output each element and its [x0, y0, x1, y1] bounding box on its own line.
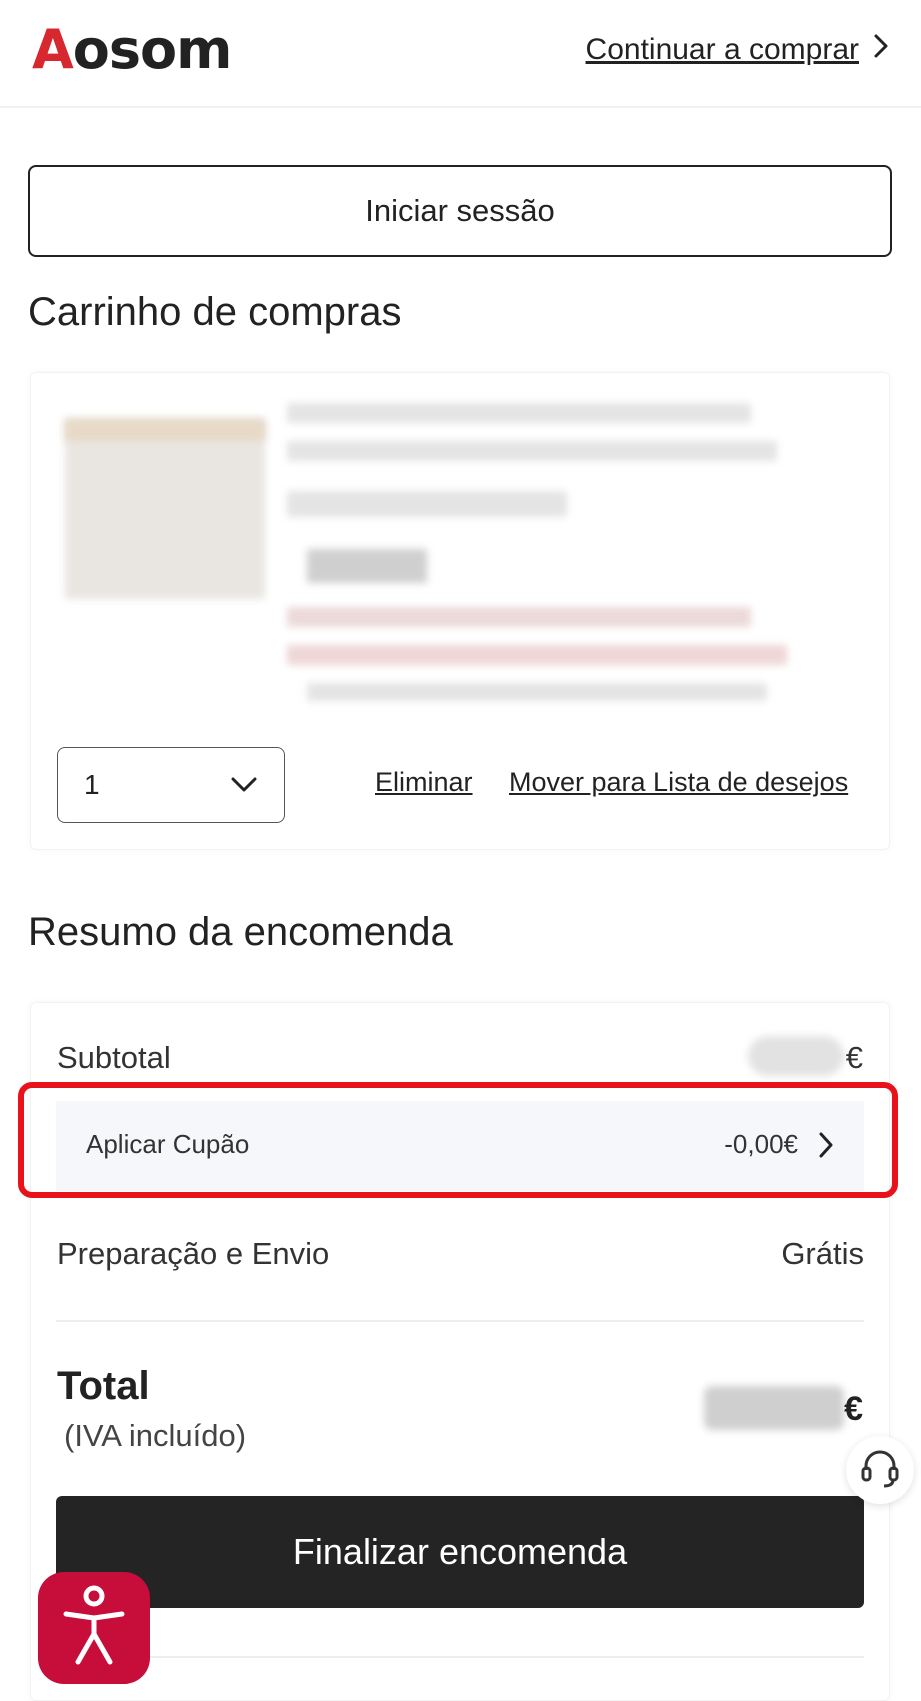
- logo-text: osom: [72, 18, 233, 81]
- checkout-button[interactable]: Finalizar encomenda: [56, 1496, 864, 1608]
- login-button[interactable]: Iniciar sessão: [28, 165, 892, 257]
- product-promo-blurred: [287, 607, 751, 627]
- product-image-band: [65, 419, 265, 441]
- total-currency: €: [844, 1390, 863, 1428]
- chevron-down-icon: [230, 769, 258, 801]
- continue-shopping-link[interactable]: Continuar a comprar: [586, 28, 889, 72]
- summary-divider: [56, 1320, 864, 1322]
- logo-letter-a: A: [32, 18, 74, 81]
- continue-shopping-label: Continuar a comprar: [585, 33, 859, 66]
- accessibility-button[interactable]: [38, 1572, 150, 1684]
- aosom-logo[interactable]: Aosom: [32, 18, 233, 81]
- total-amount-blurred: [704, 1386, 844, 1430]
- vat-note: (IVA incluído): [64, 1418, 247, 1453]
- subtotal-label: Subtotal: [57, 1040, 171, 1075]
- subtotal-amount-blurred: [748, 1036, 844, 1076]
- product-name-blurred-2: [287, 441, 777, 461]
- subtotal-currency: €: [845, 1040, 863, 1075]
- product-promo-blurred-2: [287, 645, 787, 665]
- customer-support-button[interactable]: [846, 1436, 914, 1504]
- remove-item-link[interactable]: Eliminar: [375, 767, 473, 798]
- order-summary-title: Resumo da encomenda: [28, 910, 453, 954]
- product-name-blurred: [287, 403, 751, 423]
- login-button-label: Iniciar sessão: [365, 193, 555, 228]
- accessibility-person-icon: [62, 1584, 126, 1673]
- bottom-divider: [56, 1656, 864, 1658]
- headset-icon: [858, 1446, 902, 1495]
- product-image[interactable]: [65, 419, 265, 599]
- cart-item-card: 1 Eliminar Mover para Lista de desejos: [30, 372, 890, 850]
- move-to-wishlist-link[interactable]: Mover para Lista de desejos: [509, 767, 848, 798]
- shipping-value: Grátis: [781, 1236, 864, 1271]
- header: Aosom Continuar a comprar: [0, 0, 921, 108]
- shipping-label: Preparação e Envio: [57, 1236, 330, 1271]
- product-variant-blurred: [287, 491, 567, 517]
- cart-title: Carrinho de compras: [28, 290, 402, 334]
- chevron-right-icon: [818, 1131, 834, 1164]
- total-label: Total: [57, 1364, 150, 1408]
- checkout-button-label: Finalizar encomenda: [292, 1531, 628, 1572]
- coupon-discount-value: -0,00€: [724, 1129, 798, 1159]
- chevron-right-icon: [873, 33, 889, 67]
- product-price-blurred: [307, 549, 427, 583]
- product-delivery-blurred: [307, 683, 767, 701]
- quantity-select[interactable]: 1: [57, 747, 285, 823]
- apply-coupon-row[interactable]: Aplicar Cupão -0,00€: [56, 1101, 864, 1191]
- apply-coupon-label: Aplicar Cupão: [86, 1129, 250, 1159]
- quantity-value: 1: [84, 769, 100, 800]
